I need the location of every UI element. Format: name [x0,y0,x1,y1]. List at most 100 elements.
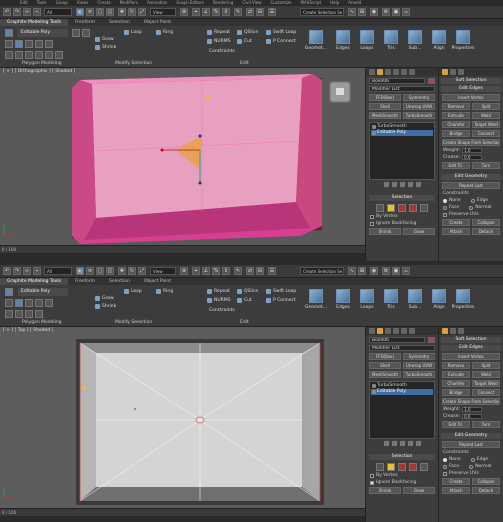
border-level-icon[interactable] [398,204,406,212]
show-end-result-icon[interactable] [391,441,397,446]
redo-icon[interactable]: ↷ [13,267,21,275]
vertex-icon[interactable] [5,299,13,307]
material-editor-icon[interactable]: ◉ [370,8,378,16]
edge-icon[interactable] [15,40,23,48]
element-level-icon[interactable] [420,463,428,471]
soft-selection-rollout[interactable]: Soft Selection [441,78,501,84]
tab-graphite-modeling[interactable]: Graphite Modeling Tools [0,278,69,285]
layer-icon[interactable]: ☰ [268,267,276,275]
split-button[interactable]: Split [472,103,500,110]
window-crossing-icon[interactable]: ◫ [106,8,114,16]
weight-spinner[interactable]: 1.0 [462,148,483,153]
grow-button[interactable]: Grow [95,296,114,301]
curve-editor-icon[interactable]: ∿ [348,267,356,275]
modify-icon[interactable] [72,29,80,37]
schematic-icon[interactable]: ⊞ [358,8,366,16]
split-button[interactable]: Split [472,362,500,369]
snap-icon[interactable]: ⌖ [192,8,200,16]
render-setup-icon[interactable]: ⚙ [382,267,390,275]
radio-face[interactable] [443,464,447,469]
pin-stack-icon[interactable] [45,51,53,59]
use-soft-selection-icon[interactable] [15,310,23,318]
rotate-icon[interactable]: ↻ [128,8,136,16]
layer-icon[interactable]: ☰ [268,8,276,16]
element-icon[interactable] [45,40,53,48]
edit-edges-rollout[interactable]: Edit Edges [441,86,501,92]
mirror-icon[interactable]: ⇄ [246,267,254,275]
vertex-icon[interactable] [5,40,13,48]
turn-button[interactable]: Turn [472,421,500,428]
polygon-mode-icon[interactable] [5,288,13,296]
border-level-icon[interactable] [398,463,406,471]
ffd-box-button[interactable]: FFD(Box) [369,353,401,360]
p-connect-button[interactable]: P Connect [266,298,296,303]
ring-button[interactable]: Ring [156,30,173,35]
align-icon[interactable]: ⊟ [256,267,264,275]
loop-button[interactable]: Loop [124,289,142,294]
shrink-button[interactable]: Shrink [95,304,116,309]
render-icon[interactable]: ☕ [402,267,410,275]
polygon-modeling-group[interactable]: Polygon Modeling [22,320,62,325]
edge-level-icon[interactable] [387,204,395,212]
p-connect-button[interactable]: P Connect [266,39,296,44]
time-slider[interactable]: 0 / 100 [0,508,365,516]
material-editor-icon[interactable]: ◉ [370,267,378,275]
mirror-icon[interactable]: ⇄ [246,8,254,16]
tab-icon[interactable] [450,328,456,334]
tab-icon[interactable] [442,328,448,334]
collapse-button[interactable]: Collapse [472,478,500,485]
link-icon[interactable]: ∞ [23,8,31,16]
collapse-stack-icon[interactable] [35,51,43,59]
remove-button[interactable]: Remove [442,362,470,369]
selection-filter-dropdown[interactable]: All [44,267,72,275]
utilities-tab-icon[interactable] [409,69,415,75]
border-icon[interactable] [25,299,33,307]
tab-icon[interactable] [458,328,464,334]
unwrap-uvw-button[interactable]: Unwrap UVW [403,362,435,369]
modify-selection-group[interactable]: Modify Selection [115,320,152,325]
crease-spinner[interactable]: 0.0 [462,155,483,160]
soft-selection-rollout[interactable]: Soft Selection [441,337,501,343]
select-object-icon[interactable]: ▸ [76,267,84,275]
ffd-box-button[interactable]: FFD(Box) [369,94,401,101]
extrude-button[interactable]: Extrude [442,112,470,119]
loops-button[interactable]: Loops [356,30,378,56]
create-shape-button[interactable]: Create Shape From Selection [442,139,500,146]
modifier-list-dropdown[interactable]: Modifier List [369,86,435,92]
scale-icon[interactable]: ⤢ [138,8,146,16]
edit-modifier-icon[interactable] [82,29,90,37]
collapse-button[interactable]: Collapse [472,219,500,226]
hierarchy-tab-icon[interactable] [385,69,391,75]
show-end-result-icon[interactable] [391,182,397,187]
rotate-icon[interactable]: ↻ [128,267,136,275]
angle-snap-icon[interactable]: ∠ [202,8,210,16]
edit-geometry-rollout[interactable]: Edit Geometry [441,433,501,439]
redo-icon[interactable]: ↷ [13,8,21,16]
editable-poly-dropdown[interactable]: Editable Poly [18,29,68,37]
pivot-icon[interactable]: ⊕ [180,8,188,16]
loop-button[interactable]: Loop [124,30,142,35]
border-icon[interactable] [25,40,33,48]
make-unique-icon[interactable] [399,182,405,187]
orthographic-viewport[interactable]: [ + ] [ Orthographic ] [ Shaded ] [0,68,365,245]
radio-face[interactable] [443,205,447,210]
editable-poly-dropdown[interactable]: Editable Poly [18,288,68,296]
render-icon[interactable]: ☕ [402,8,410,16]
preview-icon[interactable] [25,310,33,318]
selection-filter-dropdown[interactable]: All [44,8,72,16]
weld-button[interactable]: Weld [472,371,500,378]
modifier-list-dropdown[interactable]: Modifier List [369,345,435,351]
object-color-swatch[interactable] [428,78,435,84]
constraints-button[interactable]: Constraints [209,49,235,54]
nurms-button[interactable]: NURMS [207,298,231,303]
create-tab-icon[interactable] [369,69,375,75]
properties-button[interactable]: Properties [452,289,474,315]
spinner-snap-icon[interactable]: ⇕ [222,267,230,275]
geometry-all-button[interactable]: Geomet... [305,289,327,315]
radio-normal[interactable] [469,464,474,469]
create-shape-button[interactable]: Create Shape From Selection [442,398,500,405]
tab-graphite-modeling[interactable]: Graphite Modeling Tools [0,19,69,26]
radio-none[interactable] [443,457,447,462]
edit-edges-rollout[interactable]: Edit Edges [441,345,501,351]
move-icon[interactable]: ✥ [118,8,126,16]
